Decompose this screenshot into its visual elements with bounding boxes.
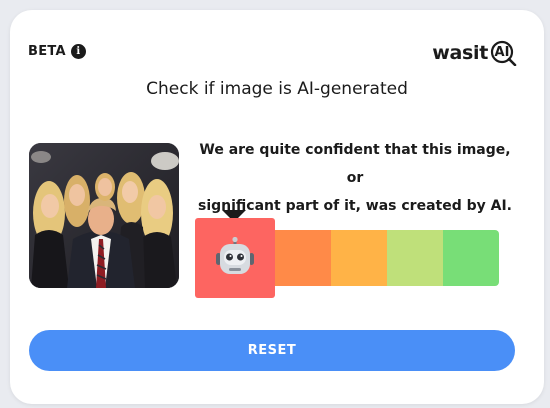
result-text: We are quite confident that this image, … bbox=[194, 136, 516, 220]
info-icon[interactable]: i bbox=[70, 44, 86, 59]
logo-text: wasit bbox=[432, 42, 488, 64]
wasitai-logo[interactable]: wasit AI bbox=[432, 38, 518, 68]
result-line-1: We are quite confident that this image, … bbox=[199, 142, 511, 186]
scale-segment-3 bbox=[331, 230, 387, 286]
magnifier-icon: AI bbox=[490, 40, 518, 66]
scale-segment-4 bbox=[387, 230, 443, 286]
page-subtitle: Check if image is AI-generated bbox=[146, 79, 408, 99]
confidence-scale bbox=[195, 218, 499, 298]
logo-ai-text: AI bbox=[494, 44, 510, 60]
scale-segment-2 bbox=[275, 230, 331, 286]
beta-label-group: BETA i bbox=[28, 44, 86, 59]
ai-indicator bbox=[195, 218, 275, 298]
uploaded-photo bbox=[29, 143, 179, 288]
detector-card: BETA i wasit AI Check if image is AI-gen… bbox=[10, 10, 544, 404]
robot-icon bbox=[216, 237, 254, 274]
beta-label: BETA bbox=[28, 44, 66, 59]
reset-button[interactable]: RESET bbox=[29, 330, 515, 371]
scale-segment-5 bbox=[443, 230, 499, 286]
